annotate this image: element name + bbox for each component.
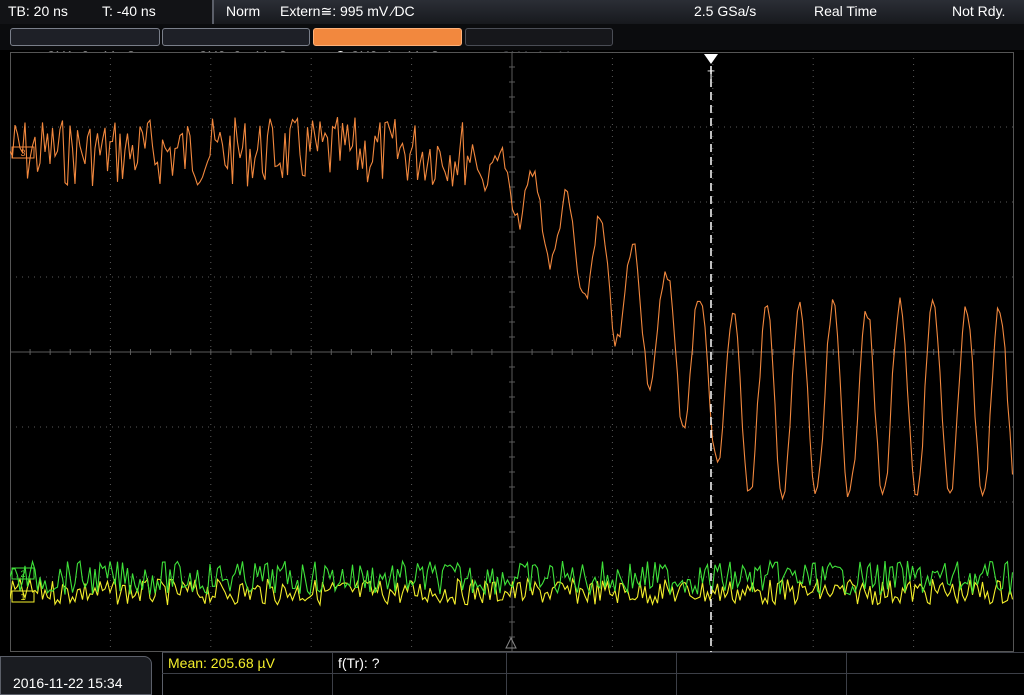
channel-bar: CH1: 2 mV≅Ω CH2: 2 mV≅Ω CH3: 1 mV≅Ω CH4:… (0, 24, 1024, 64)
channel-1-level-marker[interactable]: 1 (11, 590, 35, 603)
graticule (10, 52, 1014, 652)
mean-measurement: Mean: 205.68 µV (168, 655, 275, 671)
channel-3-button[interactable]: CH3: 1 mV≅Ω (313, 28, 462, 64)
trigger-mode[interactable]: Norm (226, 3, 260, 19)
status-bar: TB: 20 ns T: -40 ns Norm Extern≅: 995 mV… (0, 0, 1024, 25)
datetime-label: 2016-11-22 15:34 (13, 675, 123, 691)
measurement-divider (162, 673, 1024, 674)
trigger-marker-label: T (707, 68, 715, 82)
sample-rate: 2.5 GSa/s (694, 3, 757, 19)
trigger-source[interactable]: Extern≅: 995 mV ∕DC (280, 3, 415, 20)
channel-3-marker-label: 3 (20, 148, 25, 158)
channel-4-button[interactable]: CH4: 1 mV≅ (465, 28, 613, 64)
time-reference-icon (505, 636, 517, 649)
timebase-panel[interactable]: TB: 20 ns T: -40 ns (0, 0, 214, 24)
trigger-offset-value: T: -40 ns (102, 3, 156, 19)
channel-2-button[interactable]: CH2: 2 mV≅Ω (162, 28, 310, 64)
run-state: Not Rdy. (952, 3, 1006, 19)
waveform-canvas: T 3 2 1 (10, 52, 1014, 652)
timebase-value: TB: 20 ns (8, 3, 68, 19)
acquisition-mode: Real Time (814, 3, 878, 19)
datetime-panel: 2016-11-22 15:34 (0, 656, 152, 695)
channel-1-marker-label: 1 (20, 592, 25, 602)
channel-2-marker-label: 2 (20, 569, 25, 579)
trigger-arrow-icon[interactable] (704, 54, 718, 64)
channel-1-button[interactable]: CH1: 2 mV≅Ω (10, 28, 160, 64)
rise-time-function: f(Tr): ? (338, 655, 380, 671)
